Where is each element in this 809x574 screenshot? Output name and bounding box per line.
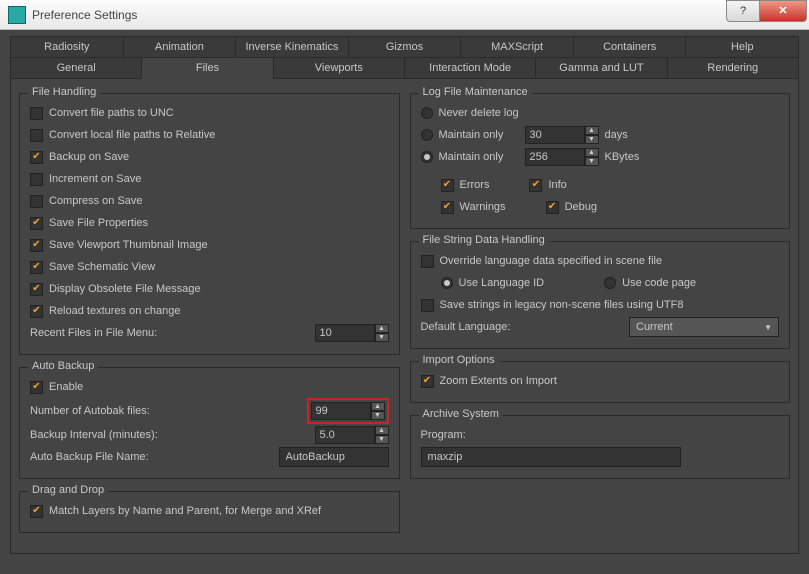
group-import-options: Import Options Zoom Extents on Import	[410, 361, 791, 403]
chk-override-lang[interactable]	[421, 255, 434, 268]
autobak-count-input[interactable]	[311, 402, 371, 420]
tab-files[interactable]: Files	[141, 57, 273, 79]
tabs-row-1: Radiosity Animation Inverse Kinematics G…	[10, 36, 799, 58]
legend-auto-backup: Auto Backup	[28, 360, 98, 372]
group-archive-system: Archive System Program:	[410, 415, 791, 479]
radio-use-code-page[interactable]	[604, 277, 616, 289]
tab-animation[interactable]: Animation	[123, 36, 237, 58]
legend-import-opts: Import Options	[419, 354, 499, 366]
tab-maxscript[interactable]: MAXScript	[460, 36, 574, 58]
chk-save-vp-thumb[interactable]	[30, 239, 43, 252]
log-kb-spinner[interactable]: ▲▼	[525, 148, 599, 166]
tab-gamma-lut[interactable]: Gamma and LUT	[535, 57, 667, 79]
spin-up-icon[interactable]: ▲	[375, 426, 389, 435]
radio-maintain-days[interactable]	[421, 129, 433, 141]
recent-files-input[interactable]	[315, 324, 375, 342]
spin-up-icon[interactable]: ▲	[585, 126, 599, 135]
app-icon	[8, 6, 26, 24]
spin-down-icon[interactable]: ▼	[375, 333, 389, 342]
legend-file-handling: File Handling	[28, 86, 100, 98]
group-file-handling: File Handling Convert file paths to UNC …	[19, 93, 400, 355]
chk-autobackup-enable[interactable]	[30, 381, 43, 394]
chk-reload-textures[interactable]	[30, 305, 43, 318]
log-kb-input[interactable]	[525, 148, 585, 166]
recent-files-spinner[interactable]: ▲▼	[315, 324, 389, 342]
legend-archive: Archive System	[419, 408, 503, 420]
chk-match-layers[interactable]	[30, 505, 43, 518]
chk-save-schematic[interactable]	[30, 261, 43, 274]
tab-interaction-mode[interactable]: Interaction Mode	[404, 57, 536, 79]
legend-log-maint: Log File Maintenance	[419, 86, 532, 98]
group-auto-backup: Auto Backup Enable Number of Autobak fil…	[19, 367, 400, 479]
tab-viewports[interactable]: Viewports	[273, 57, 405, 79]
tab-radiosity[interactable]: Radiosity	[10, 36, 124, 58]
backup-interval-spinner[interactable]: ▲▼	[315, 426, 389, 444]
chk-obsolete-msg[interactable]	[30, 283, 43, 296]
spin-up-icon[interactable]: ▲	[585, 148, 599, 157]
spin-up-icon[interactable]: ▲	[375, 324, 389, 333]
default-language-select[interactable]: Current▼	[629, 317, 779, 337]
tab-containers[interactable]: Containers	[573, 36, 687, 58]
radio-use-lang-id[interactable]	[441, 277, 453, 289]
spin-down-icon[interactable]: ▼	[371, 411, 385, 420]
autobackup-name-input[interactable]	[279, 447, 389, 467]
tabs-row-2: General Files Viewports Interaction Mode…	[10, 57, 799, 79]
group-drag-drop: Drag and Drop Match Layers by Name and P…	[19, 491, 400, 533]
spin-up-icon[interactable]: ▲	[371, 402, 385, 411]
tab-help[interactable]: Help	[685, 36, 799, 58]
chk-warnings[interactable]	[441, 201, 454, 214]
chk-errors[interactable]	[441, 179, 454, 192]
chk-zoom-extents[interactable]	[421, 375, 434, 388]
chk-debug[interactable]	[546, 201, 559, 214]
tab-inverse-kinematics[interactable]: Inverse Kinematics	[235, 36, 349, 58]
legend-drag-drop: Drag and Drop	[28, 484, 108, 496]
radio-maintain-kb[interactable]	[421, 151, 433, 163]
tab-rendering[interactable]: Rendering	[667, 57, 799, 79]
autobak-count-spinner[interactable]: ▲▼	[311, 402, 385, 420]
radio-never-delete[interactable]	[421, 107, 433, 119]
group-log-maintenance: Log File Maintenance Never delete log Ma…	[410, 93, 791, 229]
window-title: Preference Settings	[32, 8, 727, 22]
legend-file-string: File String Data Handling	[419, 234, 549, 246]
titlebar: Preference Settings ? ✕	[0, 0, 809, 30]
chk-convert-unc[interactable]	[30, 107, 43, 120]
help-button[interactable]: ?	[726, 0, 760, 22]
log-days-spinner[interactable]: ▲▼	[525, 126, 599, 144]
log-days-input[interactable]	[525, 126, 585, 144]
tab-gizmos[interactable]: Gizmos	[348, 36, 462, 58]
chk-save-utf8[interactable]	[421, 299, 434, 312]
chk-compress-on-save[interactable]	[30, 195, 43, 208]
chk-convert-relative[interactable]	[30, 129, 43, 142]
spin-down-icon[interactable]: ▼	[585, 135, 599, 144]
archive-program-input[interactable]	[421, 447, 681, 467]
chevron-down-icon: ▼	[764, 323, 772, 332]
backup-interval-input[interactable]	[315, 426, 375, 444]
chk-save-file-props[interactable]	[30, 217, 43, 230]
spin-down-icon[interactable]: ▼	[375, 435, 389, 444]
spin-down-icon[interactable]: ▼	[585, 157, 599, 166]
chk-backup-on-save[interactable]	[30, 151, 43, 164]
group-file-string: File String Data Handling Override langu…	[410, 241, 791, 349]
tab-general[interactable]: General	[10, 57, 142, 79]
chk-info[interactable]	[529, 179, 542, 192]
close-button[interactable]: ✕	[759, 0, 807, 22]
highlight-box: ▲▼	[307, 398, 389, 424]
chk-increment-on-save[interactable]	[30, 173, 43, 186]
